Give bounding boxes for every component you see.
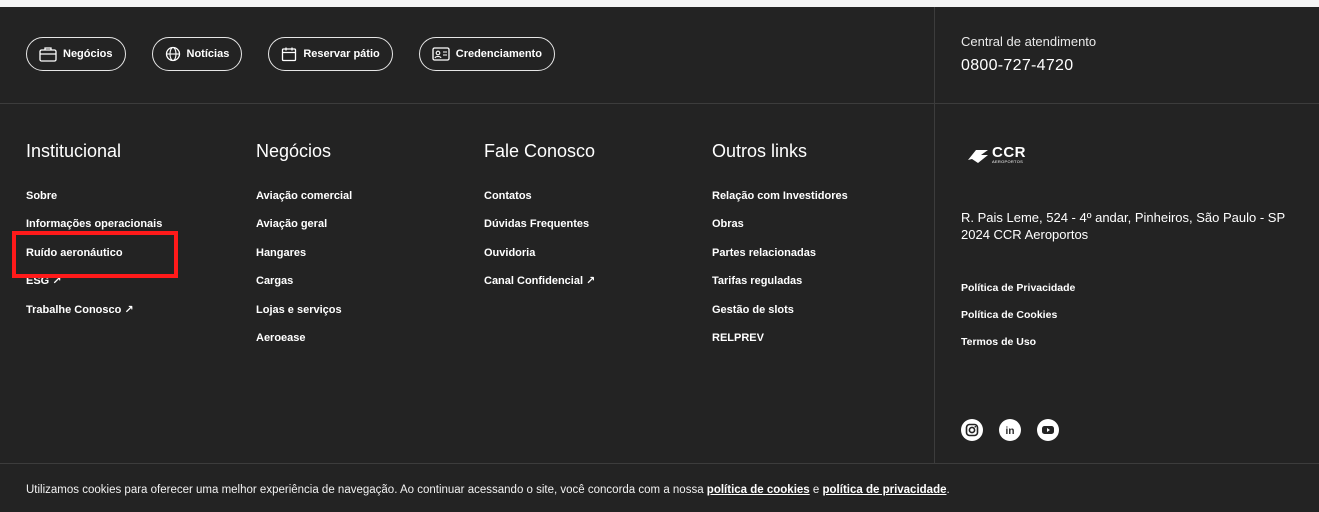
negocios-pill-button[interactable]: Negócios xyxy=(26,37,126,71)
pill-label: Notícias xyxy=(186,48,230,60)
cookie-end: . xyxy=(946,484,950,496)
contact-label: Central de atendimento xyxy=(961,34,1097,49)
logo-subtitle: AEROPORTOS xyxy=(992,158,1024,164)
link-gestao-de-slots[interactable]: Gestão de slots xyxy=(712,303,848,331)
reservar-patio-pill-button[interactable]: Reservar pátio xyxy=(268,37,393,71)
youtube-icon[interactable] xyxy=(1037,419,1059,441)
column-title: Fale Conosco xyxy=(484,141,596,161)
link-hangares[interactable]: Hangares xyxy=(256,246,352,274)
cookie-text: Utilizamos cookies para oferecer uma mel… xyxy=(26,484,950,496)
privacy-policy-link[interactable]: política de privacidade xyxy=(823,484,947,496)
negocios-column: Negócios Aviação comercial Aviação geral… xyxy=(256,141,352,359)
contact-block: Central de atendimento 0800-727-4720 xyxy=(961,34,1096,75)
link-obras[interactable]: Obras xyxy=(712,217,848,245)
logo-brand: CCR xyxy=(992,143,1026,161)
pill-label: Reservar pátio xyxy=(303,48,380,60)
quick-links-bar: Negócios Notícias Reservar pátio Credenc… xyxy=(26,37,555,71)
briefcase-icon xyxy=(39,47,57,62)
ccr-logo[interactable]: CCR AEROPORTOS xyxy=(966,143,1026,164)
external-arrow-icon: ↗ xyxy=(124,303,134,316)
link-cargas[interactable]: Cargas xyxy=(256,274,352,302)
link-esg[interactable]: ESG ↗ xyxy=(26,274,162,302)
horizontal-divider xyxy=(0,103,1319,104)
link-duvidas-frequentes[interactable]: Dúvidas Frequentes xyxy=(484,217,595,245)
pill-label: Negócios xyxy=(63,48,113,60)
link-aeroease[interactable]: Aeroease xyxy=(256,331,352,359)
column-title: Outros links xyxy=(712,141,808,161)
link-trabalhe-conosco[interactable]: Trabalhe Conosco ↗ xyxy=(26,303,162,331)
link-relacao-investidores[interactable]: Relação com Investidores xyxy=(712,189,848,217)
copyright-line: 2024 CCR Aeroportos xyxy=(961,227,1089,242)
social-links: in xyxy=(961,419,1059,441)
top-strip xyxy=(0,0,1319,7)
address-block: R. Pais Leme, 524 - 4º andar, Pinheiros,… xyxy=(961,209,1285,243)
link-label: Canal Confidencial xyxy=(484,275,584,288)
link-ouvidoria[interactable]: Ouvidoria xyxy=(484,246,595,274)
cookie-connector: e xyxy=(809,484,823,496)
legal-links: Política de Privacidade Política de Cook… xyxy=(961,282,1075,363)
link-aviacao-geral[interactable]: Aviação geral xyxy=(256,217,352,245)
link-relprev[interactable]: RELPREV xyxy=(712,331,848,359)
column-title: Institucional xyxy=(26,141,122,161)
link-tarifas-reguladas[interactable]: Tarifas reguladas xyxy=(712,274,848,302)
link-lojas-e-servicos[interactable]: Lojas e serviços xyxy=(256,303,352,331)
address-line: R. Pais Leme, 524 - 4º andar, Pinheiros,… xyxy=(961,210,1286,225)
link-canal-confidencial[interactable]: Canal Confidencial ↗ xyxy=(484,274,595,302)
link-contatos[interactable]: Contatos xyxy=(484,189,595,217)
cookie-banner: Utilizamos cookies para oferecer uma mel… xyxy=(0,463,1319,512)
contact-phone[interactable]: 0800-727-4720 xyxy=(961,57,1096,75)
plane-logo-icon xyxy=(968,150,988,163)
link-sobre[interactable]: Sobre xyxy=(26,189,162,217)
cookie-message: Utilizamos cookies para oferecer uma mel… xyxy=(26,484,707,496)
credenciamento-pill-button[interactable]: Credenciamento xyxy=(418,37,555,71)
link-politica-privacidade[interactable]: Política de Privacidade xyxy=(961,282,1075,309)
link-partes-relacionadas[interactable]: Partes relacionadas xyxy=(712,246,848,274)
column-title: Negócios xyxy=(256,141,332,161)
calendar-icon xyxy=(282,47,297,62)
pill-label: Credenciamento xyxy=(455,48,542,60)
noticias-pill-button[interactable]: Notícias xyxy=(151,37,243,71)
external-arrow-icon: ↗ xyxy=(586,275,596,288)
highlight-box xyxy=(12,231,178,278)
id-card-icon xyxy=(432,47,450,61)
outros-links-column: Outros links Relação com Investidores Ob… xyxy=(712,141,848,359)
link-aviacao-comercial[interactable]: Aviação comercial xyxy=(256,189,352,217)
link-label: Trabalhe Conosco xyxy=(26,303,122,316)
fale-conosco-column: Fale Conosco Contatos Dúvidas Frequentes… xyxy=(484,141,595,303)
cookie-policy-link[interactable]: política de cookies xyxy=(707,484,810,496)
globe-icon xyxy=(165,46,180,62)
vertical-divider xyxy=(934,7,935,463)
linkedin-icon[interactable]: in xyxy=(999,419,1021,441)
link-termos-de-uso[interactable]: Termos de Uso xyxy=(961,336,1075,363)
instagram-icon[interactable] xyxy=(961,419,983,441)
svg-text:in: in xyxy=(1006,426,1015,437)
link-politica-cookies[interactable]: Política de Cookies xyxy=(961,309,1075,336)
